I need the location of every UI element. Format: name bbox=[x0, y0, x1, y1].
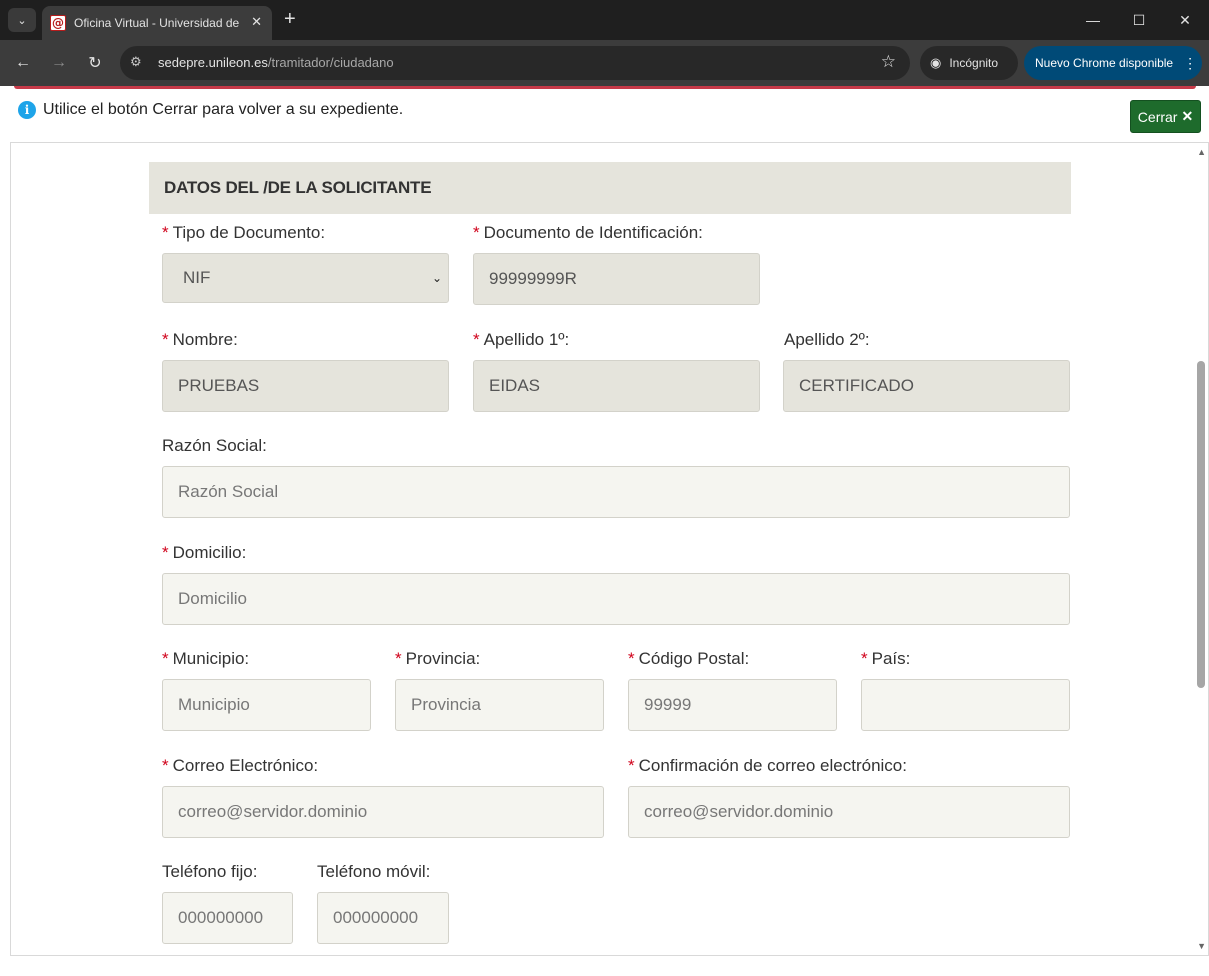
address-bar[interactable]: ⚙ sedepre.unileon.es/tramitador/ciudadan… bbox=[120, 46, 910, 80]
pais-label: * País: bbox=[861, 649, 911, 668]
new-tab-plus-icon[interactable]: + bbox=[284, 8, 296, 30]
forward-arrow-icon[interactable]: → bbox=[47, 51, 71, 75]
scroll-down-arrow-icon[interactable]: ▼ bbox=[1197, 941, 1206, 951]
site-settings-icon[interactable]: ⚙ bbox=[130, 54, 142, 70]
close-button-label: Cerrar bbox=[1137, 108, 1178, 125]
pais-field[interactable] bbox=[861, 679, 1070, 731]
correo-label: * Correo Electrónico: bbox=[162, 756, 319, 775]
page-content: i Utilice el botón Cerrar para volver a … bbox=[0, 86, 1209, 976]
razon-social-label: Razón Social: bbox=[162, 436, 267, 455]
domicilio-field[interactable]: Domicilio bbox=[162, 573, 1070, 625]
reload-icon[interactable]: ↻ bbox=[83, 51, 107, 75]
bookmark-star-icon[interactable]: ☆ bbox=[881, 52, 896, 72]
section-header: DATOS DEL /DE LA SOLICITANTE bbox=[149, 162, 1071, 214]
apellido1-field[interactable]: EIDAS bbox=[473, 360, 760, 412]
correo-confirm-field[interactable]: correo@servidor.dominio bbox=[628, 786, 1070, 838]
chevron-down-icon: ⌄ bbox=[431, 271, 442, 285]
site-favicon-icon: @ bbox=[50, 15, 66, 31]
apellido1-label: * Apellido 1º: bbox=[473, 330, 570, 349]
required-asterisk: * bbox=[628, 756, 635, 775]
municipio-field[interactable]: Municipio bbox=[162, 679, 371, 731]
info-icon: i bbox=[18, 101, 36, 119]
documento-field[interactable]: 99999999R bbox=[473, 253, 760, 305]
tipo-documento-select[interactable]: NIF ⌄ bbox=[162, 253, 449, 303]
tipo-documento-label: * Tipo de Documento: bbox=[162, 223, 326, 242]
apellido2-field[interactable]: CERTIFICADO bbox=[783, 360, 1070, 412]
tab-title: Oficina Virtual - Universidad de bbox=[74, 16, 240, 30]
notice-text: Utilice el botón Cerrar para volver a su… bbox=[43, 101, 404, 118]
close-button[interactable]: Cerrar ✕ bbox=[1130, 100, 1201, 133]
close-x-icon: ✕ bbox=[1181, 108, 1194, 124]
scrollbar[interactable]: ▲ ▼ bbox=[1194, 143, 1208, 955]
minimize-icon[interactable]: — bbox=[1070, 0, 1116, 40]
back-arrow-icon[interactable]: ← bbox=[11, 51, 35, 75]
telefono-fijo-label: Teléfono fijo: bbox=[162, 862, 258, 881]
required-asterisk: * bbox=[628, 649, 635, 668]
documento-label: * Documento de Identificación: bbox=[473, 223, 703, 242]
provincia-label: * Provincia: bbox=[395, 649, 481, 668]
section-title: DATOS DEL /DE LA SOLICITANTE bbox=[164, 178, 432, 197]
chrome-update-button[interactable]: Nuevo Chrome disponible ⋮ bbox=[1024, 46, 1202, 80]
update-label: Nuevo Chrome disponible bbox=[1035, 56, 1174, 70]
maximize-icon[interactable]: ☐ bbox=[1116, 0, 1162, 40]
nombre-label: * Nombre: bbox=[162, 330, 238, 349]
nombre-field[interactable]: PRUEBAS bbox=[162, 360, 449, 412]
razon-social-field[interactable]: Razón Social bbox=[162, 466, 1070, 518]
domicilio-label: * Domicilio: bbox=[162, 543, 247, 562]
codigo-postal-label: * Código Postal: bbox=[628, 649, 750, 668]
incognito-chip[interactable]: ◉ Incógnito bbox=[920, 46, 1018, 80]
browser-toolbar: ← → ↻ ⚙ sedepre.unileon.es/tramitador/ci… bbox=[0, 40, 1209, 86]
required-asterisk: * bbox=[473, 223, 480, 242]
correo-field[interactable]: correo@servidor.dominio bbox=[162, 786, 604, 838]
required-asterisk: * bbox=[162, 543, 169, 562]
required-asterisk: * bbox=[395, 649, 402, 668]
incognito-icon: ◉ bbox=[930, 55, 942, 70]
incognito-label: Incógnito bbox=[949, 56, 999, 70]
browser-tab[interactable]: @ Oficina Virtual - Universidad de ✕ bbox=[42, 6, 272, 40]
browser-titlebar: ⌄ @ Oficina Virtual - Universidad de ✕ +… bbox=[0, 0, 1209, 40]
form-frame: DATOS DEL /DE LA SOLICITANTE * Tipo de Do… bbox=[10, 142, 1209, 956]
municipio-label: * Municipio: bbox=[162, 649, 250, 668]
apellido2-label: Apellido 2º: bbox=[784, 330, 870, 349]
required-asterisk: * bbox=[473, 330, 480, 349]
required-asterisk: * bbox=[162, 649, 169, 668]
tab-search-chevron-icon[interactable]: ⌄ bbox=[8, 8, 36, 32]
required-asterisk: * bbox=[162, 756, 169, 775]
tab-close-icon[interactable]: ✕ bbox=[251, 14, 262, 30]
telefono-fijo-field[interactable]: 000000000 bbox=[162, 892, 293, 944]
required-asterisk: * bbox=[162, 223, 169, 242]
correo-confirm-label: * Confirmación de correo electrónico: bbox=[628, 756, 907, 775]
codigo-postal-field[interactable]: 99999 bbox=[628, 679, 837, 731]
telefono-movil-label: Teléfono móvil: bbox=[317, 862, 431, 881]
window-close-icon[interactable]: ✕ bbox=[1162, 0, 1208, 40]
provincia-field[interactable]: Provincia bbox=[395, 679, 604, 731]
scroll-up-arrow-icon[interactable]: ▲ bbox=[1197, 147, 1206, 157]
top-accent-bar bbox=[14, 86, 1196, 89]
scrollbar-thumb[interactable] bbox=[1197, 361, 1205, 688]
required-asterisk: * bbox=[162, 330, 169, 349]
kebab-menu-icon[interactable]: ⋮ bbox=[1183, 55, 1197, 72]
telefono-movil-field[interactable]: 000000000 bbox=[317, 892, 449, 944]
url-text: sedepre.unileon.es/tramitador/ciudadano bbox=[158, 55, 394, 70]
required-asterisk: * bbox=[861, 649, 868, 668]
